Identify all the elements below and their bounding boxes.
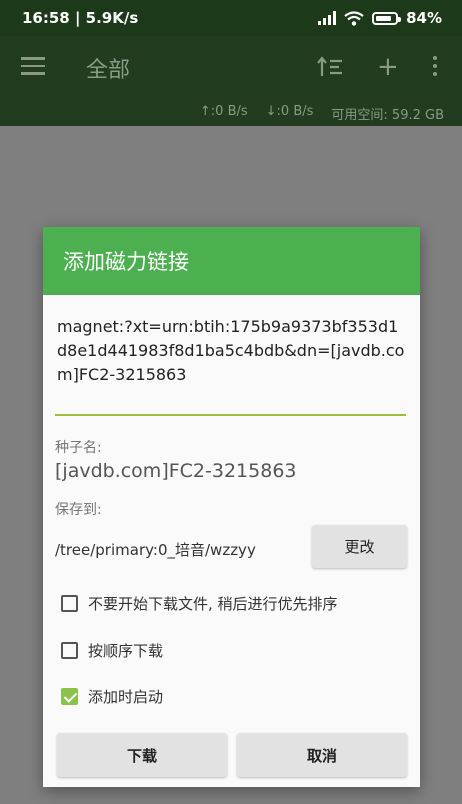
save-path: /tree/primary:0_培音/wzzyy: [55, 541, 256, 559]
checkbox-start-on-add[interactable]: [61, 688, 78, 705]
page-title: 全部: [86, 58, 131, 83]
checkbox-sequential[interactable]: [61, 642, 78, 659]
option-start-on-add-label: 添加时启动: [88, 688, 164, 706]
speed-info: ↑:0 B/s ↓:0 B/s 可用空间: 59.2 GB: [200, 104, 444, 123]
save-to-label: 保存到:: [55, 502, 102, 518]
download-button[interactable]: 下载: [57, 733, 227, 777]
magnet-input-underline: [55, 414, 406, 416]
status-time-speed: 16:58 | 5.9K/s: [22, 9, 139, 27]
option-no-start[interactable]: 不要开始下载文件, 稍后进行优先排序: [61, 593, 338, 614]
download-speed: ↓:0 B/s: [265, 104, 314, 119]
status-icons: 84%: [318, 9, 442, 27]
option-start-on-add[interactable]: 添加时启动: [61, 686, 163, 707]
change-path-button[interactable]: 更改: [312, 525, 407, 568]
torrent-name-label: 种子名:: [55, 440, 102, 456]
status-bar: 16:58 | 5.9K/s 84%: [0, 0, 462, 36]
option-no-start-label: 不要开始下载文件, 稍后进行优先排序: [88, 595, 338, 613]
upload-speed: ↑:0 B/s: [199, 104, 248, 119]
cell-signal-icon: [318, 11, 337, 25]
app-bar: 全部 + ↑:0 B/s ↓:0 B/s 可用空间: 59.2 GB: [0, 36, 462, 126]
magnet-input[interactable]: magnet:?xt=urn:btih:175b9a9373bf353d1d8e…: [57, 315, 407, 387]
more-options-icon[interactable]: [430, 56, 440, 78]
add-magnet-dialog: 添加磁力链接 magnet:?xt=urn:btih:175b9a9373bf3…: [43, 227, 420, 787]
option-sequential[interactable]: 按顺序下载: [61, 640, 163, 661]
battery-icon: [372, 11, 402, 25]
menu-icon[interactable]: [21, 57, 45, 75]
cancel-button[interactable]: 取消: [237, 733, 407, 777]
add-icon[interactable]: +: [377, 54, 399, 80]
checkbox-no-start[interactable]: [61, 595, 78, 612]
battery-percent: 84%: [406, 9, 442, 27]
dialog-title: 添加磁力链接: [43, 227, 420, 295]
free-space: 可用空间: 59.2 GB: [331, 108, 444, 123]
wifi-icon: [344, 10, 364, 26]
torrent-name: [javdb.com]FC2-3215863: [55, 460, 297, 482]
option-sequential-label: 按顺序下载: [88, 642, 164, 660]
sort-icon[interactable]: [317, 56, 343, 78]
